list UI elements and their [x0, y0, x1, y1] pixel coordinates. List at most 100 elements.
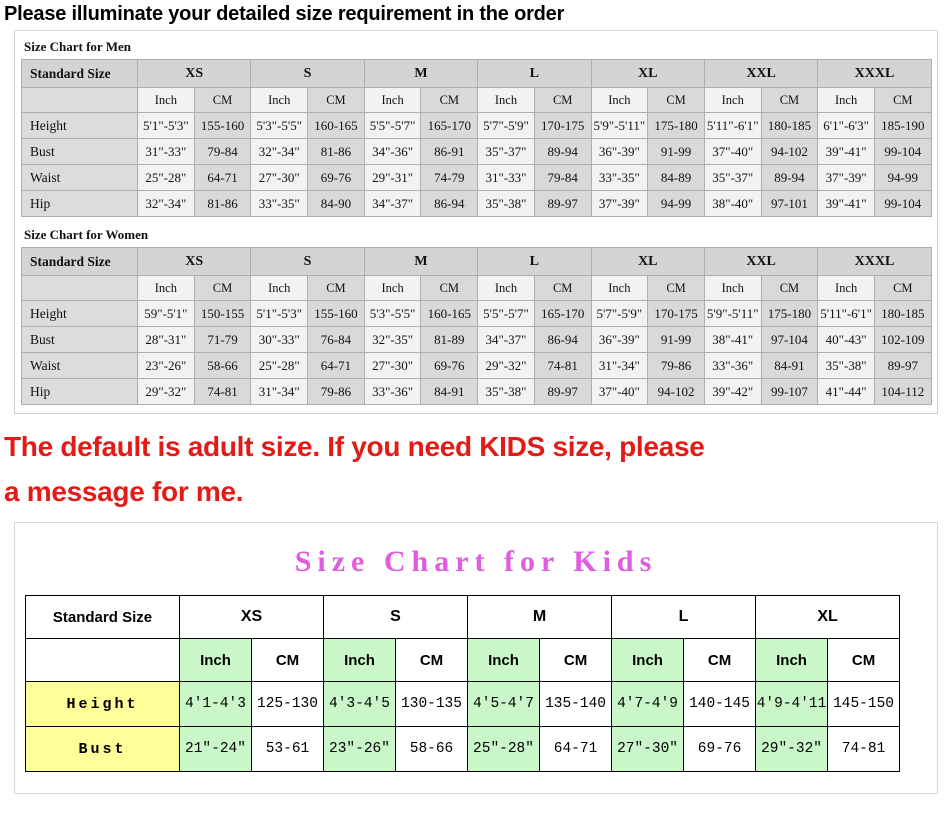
women-height-cm-l: 165-170	[533, 300, 592, 327]
kids-unit-inch-xs: Inch	[179, 638, 252, 682]
women-units-corner-cell	[21, 275, 138, 301]
kids-bust-cm-l: 69-76	[683, 726, 757, 772]
men-waist-cm-m: 74-79	[420, 164, 479, 191]
table-row: Hip 32"-34" 81-86 33"-35" 84-90 34"-37" 86-94 3…	[21, 190, 932, 217]
women-waist-cm-xxxl: 89-97	[873, 352, 932, 379]
table-row: Waist 23"-26" 58-66 25"-28" 64-71 27"-30" 69-7…	[21, 352, 932, 379]
women-hip-cm-s: 79-86	[307, 378, 365, 405]
table-row: Height 5'1"-5'3" 155-160 5'3"-5'5" 160-165 5'…	[21, 112, 932, 139]
kids-bust-inch-m: 25″-28″	[467, 726, 541, 772]
table-row: Bust 28"-31" 71-79 30"-33" 76-84 32"-35" 81-89…	[21, 326, 932, 353]
women-height-cm-xxl: 175-180	[760, 300, 819, 327]
women-unit-inch-xxxl: Inch	[817, 275, 875, 301]
women-bust-cm-m: 81-89	[420, 326, 479, 353]
kids-header-sizes-row: Standard Size XS S M L XL	[25, 595, 901, 639]
men-unit-cm-s: CM	[307, 87, 365, 113]
kids-bust-inch-s: 23″-26″	[323, 726, 396, 772]
men-unit-cm-xs: CM	[193, 87, 252, 113]
men-height-cm-xl: 175-180	[647, 112, 705, 139]
women-unit-inch-m: Inch	[363, 275, 422, 301]
men-hip-inch-xxxl: 39"-41"	[817, 190, 875, 217]
kids-unit-cm-xl: CM	[827, 638, 901, 682]
women-size-table: Standard Size XS S M L XL XXL XXXL Inch CM Inch CM I…	[21, 247, 932, 405]
women-height-cm-s: 155-160	[307, 300, 365, 327]
women-size-header-xs: XS	[136, 247, 252, 276]
kids-units-corner-cell	[25, 638, 180, 682]
women-hip-inch-m: 33"-36"	[363, 378, 422, 405]
women-hip-cm-m: 84-91	[420, 378, 479, 405]
women-unit-cm-m: CM	[420, 275, 479, 301]
women-unit-cm-s: CM	[307, 275, 365, 301]
women-unit-inch-xl: Inch	[590, 275, 649, 301]
women-hip-inch-xxl: 39"-42"	[703, 378, 762, 405]
table-row: Waist 25"-28" 64-71 27"-30" 69-76 29"-31" 74-7…	[21, 164, 932, 191]
men-units-corner-cell	[21, 87, 138, 113]
men-row-label-waist: Waist	[21, 164, 138, 191]
men-height-cm-xs: 155-160	[193, 112, 252, 139]
women-hip-inch-s: 31"-34"	[250, 378, 309, 405]
kids-size-header-m: M	[467, 595, 613, 639]
kids-unit-inch-s: Inch	[323, 638, 396, 682]
women-header-units-row: Inch CM Inch CM Inch CM Inch CM Inch CM Inch CM Inch…	[21, 275, 932, 301]
men-height-inch-l: 5'7"-5'9"	[477, 112, 535, 139]
kids-height-cm-xl: 145-150	[827, 681, 901, 727]
men-unit-inch-xs: Inch	[137, 87, 195, 113]
men-waist-cm-xxxl: 94-99	[873, 164, 932, 191]
men-bust-inch-l: 35"-37"	[477, 138, 535, 165]
women-height-inch-s: 5'1"-5'3"	[250, 300, 309, 327]
women-height-inch-xxxl: 5'11"-6'1"	[817, 300, 875, 327]
kids-row-label-bust: Bust	[25, 726, 180, 772]
men-height-inch-m: 5'5"-5'7"	[363, 112, 422, 139]
kids-unit-cm-m: CM	[539, 638, 613, 682]
women-hip-inch-xs: 29"-32"	[137, 378, 195, 405]
women-size-header-xl: XL	[590, 247, 705, 276]
notice-line-2: a message for me.	[4, 476, 244, 507]
men-row-label-bust: Bust	[21, 138, 138, 165]
men-waist-inch-xl: 33"-35"	[590, 164, 649, 191]
kids-bust-inch-l: 27″-30″	[611, 726, 685, 772]
women-bust-cm-l: 86-94	[533, 326, 592, 353]
men-height-inch-xxl: 5'11"-6'1"	[703, 112, 762, 139]
men-waist-inch-xxxl: 37"-39"	[817, 164, 875, 191]
men-hip-cm-l: 89-97	[533, 190, 592, 217]
kids-header-units-row: Inch CM Inch CM Inch CM Inch CM Inch CM	[25, 638, 901, 682]
kids-height-inch-s: 4'3-4'5	[323, 681, 396, 727]
men-hip-inch-s: 33"-35"	[250, 190, 309, 217]
men-size-table: Standard Size XS S M L XL XXL XXXL Inch CM Inch CM I…	[21, 59, 932, 217]
men-hip-cm-xxxl: 99-104	[873, 190, 932, 217]
women-hip-inch-xxxl: 41"-44"	[817, 378, 875, 405]
women-hip-inch-xl: 37"-40"	[590, 378, 649, 405]
women-hip-inch-l: 35"-38"	[477, 378, 535, 405]
men-unit-inch-m: Inch	[363, 87, 422, 113]
men-waist-inch-s: 27"-30"	[250, 164, 309, 191]
men-unit-cm-xxl: CM	[760, 87, 819, 113]
kids-size-header-s: S	[322, 595, 469, 639]
women-height-cm-xs: 150-155	[193, 300, 252, 327]
kids-size-header-xs: XS	[179, 595, 324, 639]
men-hip-inch-xs: 32"-34"	[137, 190, 195, 217]
women-height-cm-xl: 170-175	[647, 300, 705, 327]
women-bust-cm-xl: 91-99	[647, 326, 705, 353]
women-unit-inch-s: Inch	[250, 275, 309, 301]
kids-height-inch-m: 4'5-4'7	[467, 681, 541, 727]
women-row-label-bust: Bust	[21, 326, 138, 353]
kids-height-cm-xs: 125-130	[251, 681, 324, 727]
men-height-cm-s: 160-165	[307, 112, 365, 139]
women-bust-inch-s: 30"-33"	[250, 326, 309, 353]
men-height-cm-xxl: 180-185	[760, 112, 819, 139]
men-bust-cm-xxl: 94-102	[760, 138, 819, 165]
women-bust-cm-xxxl: 102-109	[873, 326, 932, 353]
men-hip-inch-m: 34"-37"	[363, 190, 422, 217]
women-waist-inch-xxxl: 35"-38"	[817, 352, 875, 379]
men-waist-inch-l: 31"-33"	[477, 164, 535, 191]
women-hip-cm-xxl: 99-107	[760, 378, 819, 405]
women-waist-cm-s: 64-71	[307, 352, 365, 379]
kids-bust-cm-xl: 74-81	[827, 726, 901, 772]
men-bust-cm-xxxl: 99-104	[873, 138, 932, 165]
women-table-body: Standard Size XS S M L XL XXL XXXL Inch CM Inch CM I…	[21, 247, 932, 405]
women-bust-inch-xxxl: 40"-43"	[817, 326, 875, 353]
men-unit-cm-m: CM	[420, 87, 479, 113]
men-unit-inch-xl: Inch	[590, 87, 649, 113]
men-hip-cm-xxl: 97-101	[760, 190, 819, 217]
women-unit-inch-xs: Inch	[137, 275, 195, 301]
